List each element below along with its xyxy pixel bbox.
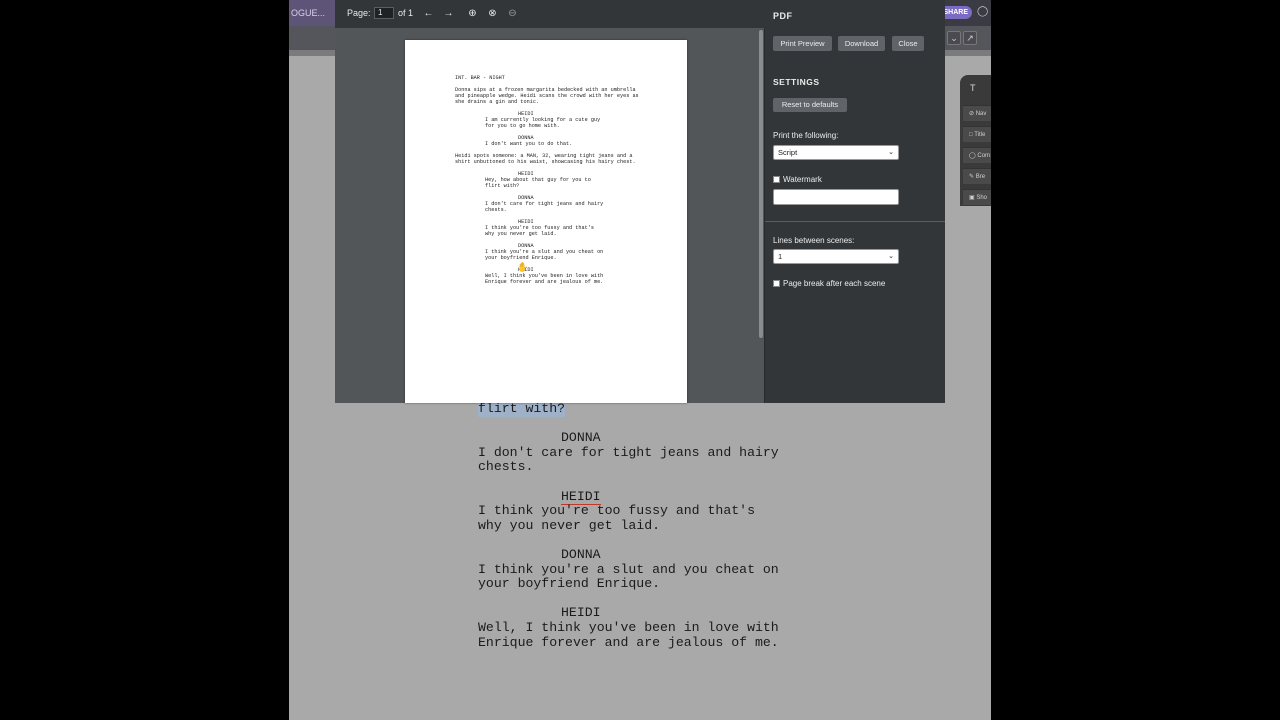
print-preview-button[interactable]: Print Preview [773, 36, 832, 51]
hand-cursor-icon: ✋ [517, 262, 529, 272]
rail-item-title[interactable]: □ Title [963, 126, 991, 142]
divider [765, 221, 945, 222]
rail-item-label: Sho [976, 195, 988, 201]
select-value: 1 [778, 252, 783, 261]
comment-icon[interactable]: ◯ [977, 7, 988, 17]
watermark-checkbox[interactable] [773, 176, 780, 183]
zoom-out-icon[interactable]: ⊖ [505, 6, 520, 21]
dialogue-line: Enrique forever and are jealous of me. [478, 634, 779, 650]
dialogue-line: Well, I think you've been in love with [478, 620, 779, 635]
right-rail-panel: T ⊘ Nav □ Title ◯ Com ✎ Bre ▣ Sho [960, 75, 991, 206]
reset-defaults-button[interactable]: Reset to defaults [773, 98, 847, 112]
lines-between-label: Lines between scenes: [773, 236, 855, 245]
rail-item-comments[interactable]: ◯ Com [963, 147, 991, 163]
pdf-line: flirt with? [485, 183, 520, 189]
dialogue-line: I think you're a slut and you cheat on [478, 561, 779, 577]
zoom-fit-icon[interactable]: ⊗ [485, 6, 500, 21]
dialogue-line: chests. [478, 459, 534, 475]
watermark-label: Watermark [783, 175, 822, 184]
pdf-line: she drains a gin and tonic. [455, 99, 540, 105]
character-name: HEIDI [561, 605, 601, 621]
page-break-label: Page break after each scene [783, 279, 886, 288]
rail-item-shots[interactable]: ▣ Sho [963, 189, 991, 205]
print-following-label: Print the following: [773, 131, 839, 140]
pdf-line: I don't want you to do that. [485, 141, 573, 147]
rail-item-label: Nav [975, 111, 987, 117]
pdf-line: INT. BAR - NIGHT [455, 75, 505, 81]
rail-heading: T [970, 83, 976, 93]
chevron-down-icon: ⌄ [888, 149, 894, 156]
pdf-viewer: Page: 1 of 1 ← → ⊕ ⊗ ⊖ INT. BAR - NIGHT D… [335, 0, 765, 403]
rail-item-breakdown[interactable]: ✎ Bre [963, 168, 991, 184]
download-button[interactable]: Download [838, 36, 885, 51]
pdf-toolbar: Page: 1 of 1 ← → ⊕ ⊗ ⊖ [335, 0, 765, 28]
page-count: of 1 [398, 8, 414, 18]
settings-heading: SETTINGS [773, 77, 820, 87]
watermark-input[interactable] [773, 189, 899, 205]
print-following-select[interactable]: Script ⌄ [773, 145, 899, 160]
pdf-settings-panel: PDF Print Preview Download Close SETTING… [765, 0, 945, 403]
pdf-line: chests. [485, 207, 507, 213]
close-button[interactable]: Close [892, 36, 924, 51]
dialogue-line: I think you're too fussy and that's [478, 503, 755, 519]
zoom-in-icon[interactable]: ⊕ [465, 6, 480, 21]
arrow-right-icon[interactable]: → [441, 6, 456, 21]
rail-item-label: Bre [975, 174, 986, 180]
expand-icon[interactable]: ↗ [963, 31, 977, 45]
pdf-line: Enrique forever and are jealous of me. [485, 279, 604, 285]
dialogue-line: I don't care for tight jeans and hairy [478, 444, 779, 460]
pdf-line: for you to go home with. [485, 123, 560, 129]
dialogue-line: why you never get laid. [478, 517, 661, 533]
chevron-down-icon[interactable]: ⌄ [947, 31, 961, 45]
pdf-scrollbar[interactable] [759, 30, 763, 338]
select-value: Script [778, 148, 798, 157]
chevron-down-icon: ⌄ [888, 253, 894, 260]
page-number-input[interactable]: 1 [374, 7, 394, 19]
character-name: DONNA [561, 547, 601, 562]
character-name: DONNA [561, 430, 601, 446]
pdf-line: why you never get laid. [485, 231, 557, 237]
pdf-line: shirt unbuttoned to his waist, showcasin… [455, 159, 636, 165]
page-label: Page: [347, 8, 371, 18]
dialogue-line: flirt with? [478, 401, 566, 417]
dialogue-line: your boyfriend Enrique. [478, 576, 661, 592]
page-break-checkbox[interactable] [773, 280, 780, 287]
rail-item-label: Com [977, 153, 991, 159]
arrow-left-icon[interactable]: ← [421, 6, 436, 21]
pdf-page: INT. BAR - NIGHT Donna sips at a frozen m… [405, 40, 687, 403]
panel-title: PDF [773, 11, 793, 21]
document-tab[interactable]: OGUE... [289, 0, 335, 26]
lines-between-select[interactable]: 1 ⌄ [773, 249, 899, 264]
rail-item-navigator[interactable]: ⊘ Nav [963, 105, 991, 121]
pdf-line: your boyfriend Enrique. [485, 255, 557, 261]
rail-item-label: Title [974, 132, 986, 138]
